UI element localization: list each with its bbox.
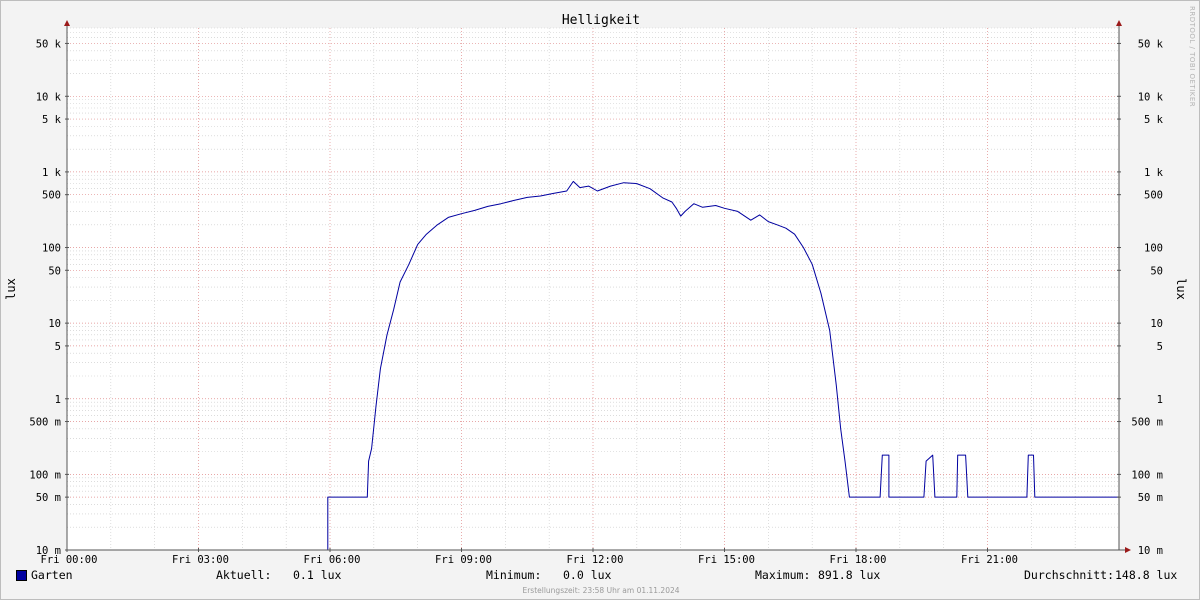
y-tick-label-right: 10 — [1150, 318, 1163, 330]
y-axis-label-left: lux — [4, 278, 18, 300]
y-tick-label-left: 100 m — [29, 469, 61, 481]
y-tick-label-right: 50 m — [1138, 492, 1163, 504]
y-tick-label-left: 50 k — [36, 38, 62, 50]
legend-avg-value: 148.8 lux — [1115, 568, 1178, 582]
legend-max-value: 891.8 lux — [818, 568, 881, 582]
y-tick-label-left: 5 — [55, 341, 61, 353]
y-tick-label-left: 50 — [48, 265, 61, 277]
legend-min-label: Minimum: — [486, 568, 542, 582]
y-axis-label-right: lux — [1174, 278, 1188, 300]
y-tick-label-left: 10 k — [36, 91, 62, 103]
y-tick-label-right: 50 k — [1138, 38, 1164, 50]
legend-min-value: 0.0 lux — [563, 568, 612, 582]
y-tick-label-left: 50 m — [36, 492, 61, 504]
legend-series-name: Garten — [31, 568, 73, 582]
y-tick-label-left: 100 — [42, 243, 61, 255]
legend-max-label: Maximum: — [755, 568, 811, 582]
y-tick-label-left: 5 k — [42, 114, 62, 126]
x-tick-label: Fri 12:00 — [567, 554, 624, 566]
y-tick-label-right: 5 k — [1144, 114, 1164, 126]
generation-time: Erstellungszeit: 23:58 Uhr am 01.11.2024 — [522, 586, 680, 595]
legend: Garten Aktuell: 0.1 lux Minimum: 0.0 lux… — [1, 568, 1200, 586]
y-tick-label-left: 10 — [48, 318, 61, 330]
y-tick-label-left: 500 — [42, 190, 61, 202]
y-tick-label-right: 10 m — [1138, 545, 1163, 557]
y-axis-left-arrow — [64, 20, 70, 26]
x-tick-label: Fri 09:00 — [435, 554, 492, 566]
x-axis-arrow — [1125, 547, 1131, 553]
watermark: RRDTOOL / TOBI OETIKER — [1188, 6, 1196, 108]
y-tick-label-right: 100 — [1144, 243, 1163, 255]
x-tick-label: Fri 06:00 — [304, 554, 361, 566]
y-tick-label-right: 100 m — [1131, 469, 1163, 481]
y-tick-label-left: 1 k — [42, 167, 62, 179]
y-tick-label-right: 10 k — [1138, 91, 1164, 103]
legend-avg-label: Durchschnitt: — [1024, 568, 1115, 582]
legend-current-label: Aktuell: — [216, 568, 272, 582]
chart-frame: 10 m 10 m 50 m 50 m 100 m 100 m 500 m 500 m1155… — [0, 0, 1200, 600]
chart-title: Helligkeit — [562, 13, 640, 28]
y-axis-right-arrow — [1116, 20, 1122, 26]
y-tick-label-right: 1 — [1157, 394, 1163, 406]
x-tick-label: Fri 15:00 — [698, 554, 755, 566]
y-tick-label-right: 50 — [1150, 265, 1163, 277]
y-tick-label-right: 5 — [1157, 341, 1163, 353]
y-tick-label-right: 500 — [1144, 190, 1163, 202]
y-tick-label-left: 1 — [55, 394, 61, 406]
legend-current-value: 0.1 lux — [293, 568, 342, 582]
x-tick-label: Fri 18:00 — [830, 554, 887, 566]
x-tick-label: Fri 00:00 — [41, 554, 98, 566]
x-tick-label: Fri 21:00 — [961, 554, 1018, 566]
y-tick-label-left: 500 m — [29, 417, 61, 429]
brightness-chart: 10 m 10 m50 m 50 m100 m 100 m500 m 500 m1 15 5… — [4, 13, 1188, 566]
y-tick-label-right: 1 k — [1144, 167, 1164, 179]
x-tick-label: Fri 03:00 — [172, 554, 229, 566]
y-tick-label-right: 500 m — [1131, 417, 1163, 429]
